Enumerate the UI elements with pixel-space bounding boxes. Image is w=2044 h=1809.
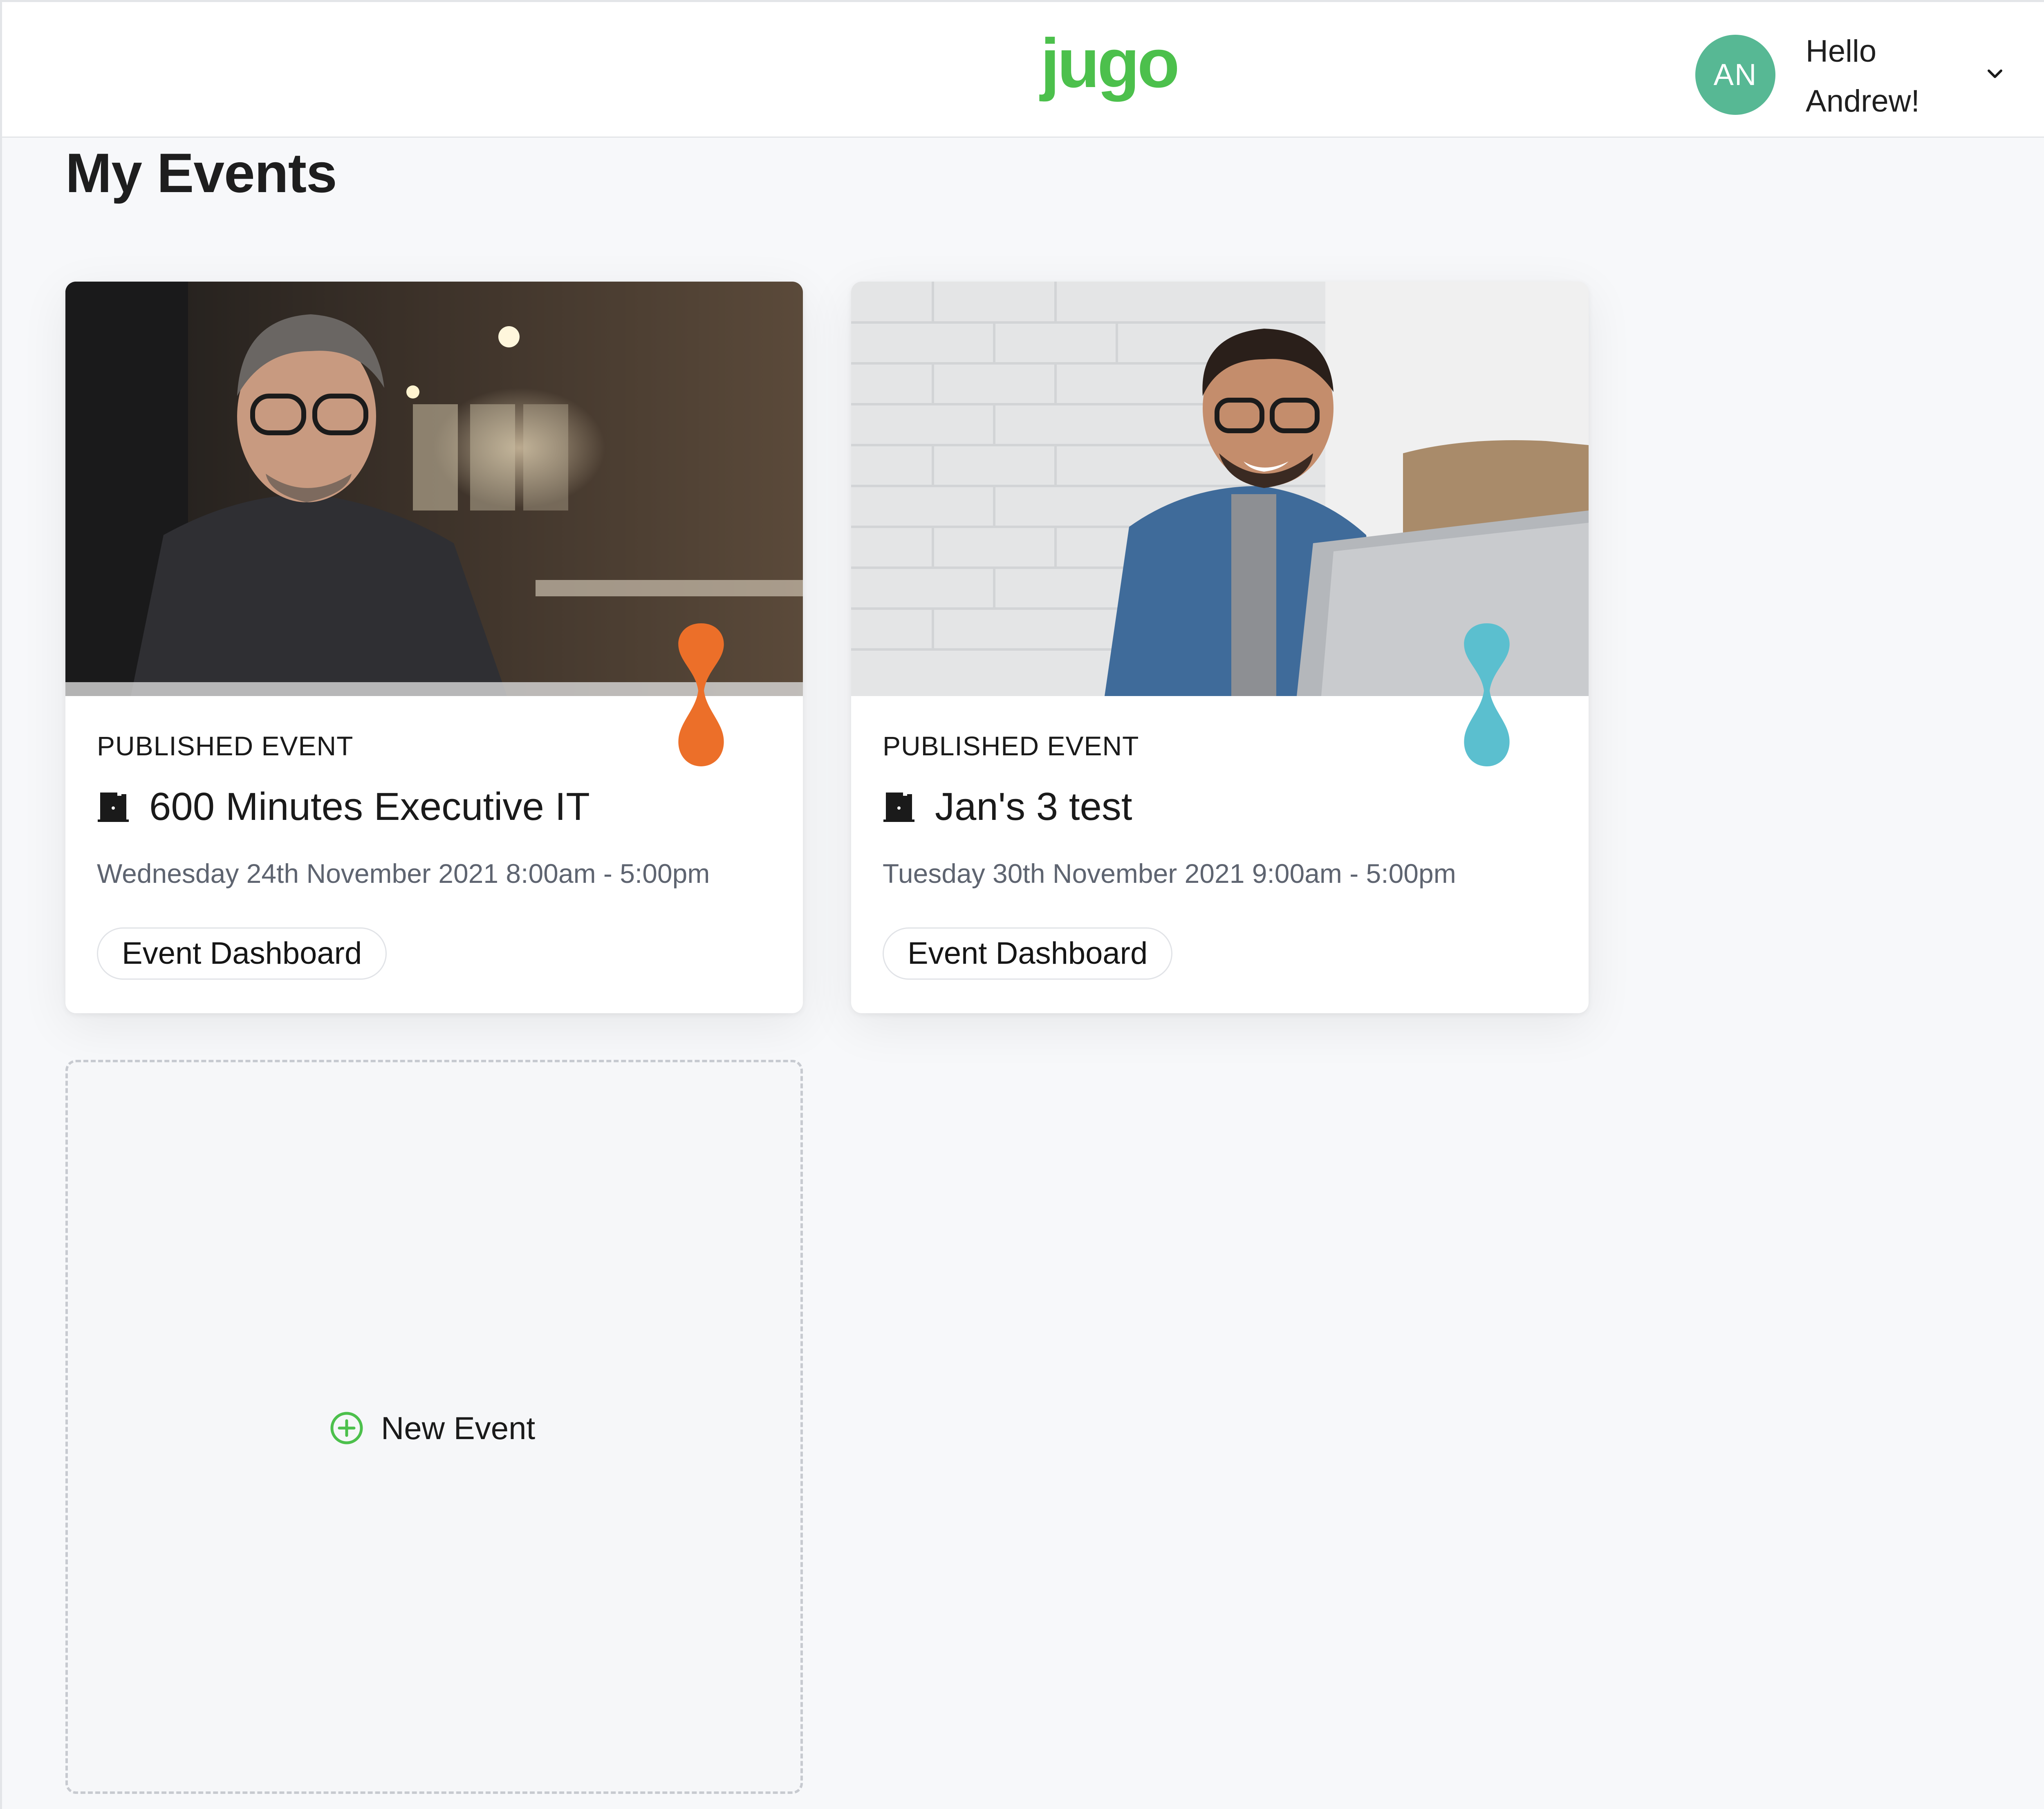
page-title: My Events: [65, 142, 337, 204]
event-dashboard-button[interactable]: Event Dashboard: [883, 927, 1173, 980]
chevron-down-icon[interactable]: [1985, 63, 2005, 84]
greeting-name: Andrew!: [1806, 84, 1920, 119]
top-header: jugo AN Hello Andrew!: [2, 2, 2044, 138]
event-title: Jan's 3 test: [935, 785, 1132, 828]
logo-text: jugo: [1039, 34, 1177, 102]
event-status: PUBLISHED EVENT: [97, 731, 354, 761]
event-title: 600 Minutes Executive IT: [149, 785, 590, 828]
event-status: PUBLISHED EVENT: [883, 731, 1139, 761]
door-icon: [98, 793, 129, 822]
plus-circle-icon: [330, 1412, 363, 1444]
event-dashboard-button[interactable]: Event Dashboard: [97, 927, 387, 980]
new-event-label: New Event: [381, 1410, 536, 1446]
event-pin-marker: [678, 623, 724, 766]
user-greeting[interactable]: Hello Andrew!: [1806, 27, 1977, 126]
greeting-hello: Hello: [1806, 34, 1877, 69]
door-icon: [883, 793, 914, 822]
user-avatar[interactable]: AN: [1695, 35, 1775, 115]
app-window: jugo AN Hello Andrew! My Events PUBLISHE…: [0, 0, 2044, 1809]
event-date: Wednesday 24th November 2021 8:00am - 5:…: [97, 858, 710, 889]
new-event-tile[interactable]: New Event: [65, 1060, 803, 1794]
event-date: Tuesday 30th November 2021 9:00am - 5:00…: [883, 858, 1456, 889]
event-pin-marker: [1464, 623, 1510, 766]
jugo-logo[interactable]: jugo: [1038, 34, 1214, 112]
